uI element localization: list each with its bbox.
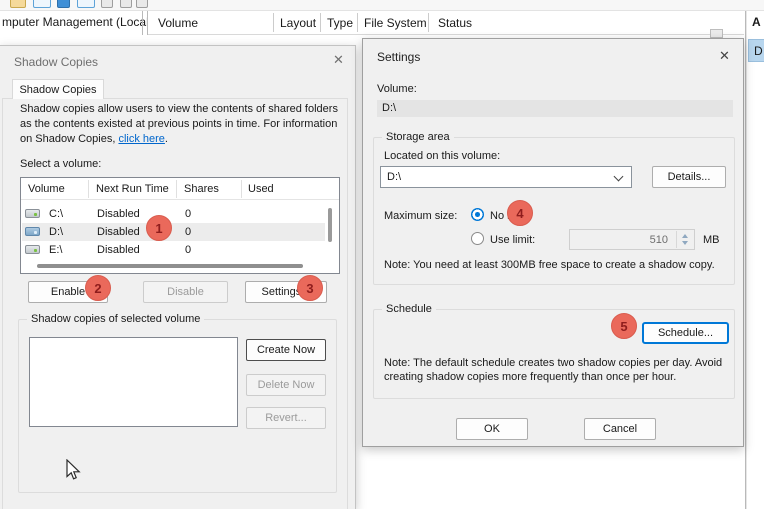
shadow-intro-text: Shadow copies allow users to view the co… [20,102,338,147]
pointer-icon[interactable] [101,0,113,8]
vl-col-shares[interactable]: Shares [184,183,219,195]
spin-up-icon[interactable] [682,234,688,238]
annotation-step-5: 5 [611,313,637,339]
volume-row-d[interactable]: D:\ Disabled 0 [22,223,325,241]
panel-separator [142,11,143,35]
vl-col-used[interactable]: Used [248,183,274,195]
use-limit-label[interactable]: Use limit: [490,234,535,246]
annotation-step-3: 3 [297,275,323,301]
vl-col-volume[interactable]: Volume [28,183,65,195]
show-action-pane-icon[interactable] [77,0,95,8]
schedule-group-label: Schedule [382,303,436,315]
cancel-button[interactable]: Cancel [584,418,656,440]
vertical-scrollbar[interactable] [328,208,332,242]
volume-list-header-row: Volume Layout Type File System Status [148,11,744,35]
actions-selected-label: D [754,44,763,58]
actions-pane-header: A [752,15,761,29]
volume-label: Volume: [377,83,417,95]
close-icon[interactable]: ✕ [333,52,344,68]
volume-list[interactable]: Volume Next Run Time Shares Used C:\ Dis… [20,177,340,274]
annotation-step-4: 4 [507,200,533,226]
revert-button[interactable]: Revert... [246,407,326,429]
chevron-down-icon [614,172,624,182]
actions-pane-divider [745,11,747,509]
located-label: Located on this volume: [384,150,500,162]
column-layout[interactable]: Layout [280,16,316,30]
spin-down-icon[interactable] [682,241,688,245]
limit-size-value: 510 [650,234,668,246]
actions-selected-row[interactable]: D [748,39,764,62]
storage-note: Note: You need at least 300MB free space… [384,258,729,272]
no-limit-radio[interactable] [471,208,484,221]
use-limit-radio[interactable] [471,232,484,245]
disable-button[interactable]: Disable [143,281,228,303]
folder-icon[interactable] [10,0,26,8]
scrollbar-top-notch [710,29,723,38]
maximum-size-label: Maximum size: [384,210,457,222]
close-icon[interactable]: ✕ [719,48,730,64]
drive-icon [25,245,40,254]
settings-dialog: Settings ✕ Volume: D:\ Storage area Loca… [362,38,744,447]
create-now-button[interactable]: Create Now [246,339,326,361]
column-status[interactable]: Status [438,16,472,30]
ok-button[interactable]: OK [456,418,528,440]
drive-icon [25,209,40,218]
console-tree-icon[interactable] [33,0,51,8]
column-filesystem[interactable]: File System [364,16,427,30]
annotation-step-1: 1 [146,215,172,241]
storage-area-group: Storage area Located on this volume: D:\… [373,137,735,285]
column-volume[interactable]: Volume [158,16,198,30]
click-here-link[interactable]: click here [118,133,164,145]
mb-unit-label: MB [703,234,720,246]
delete-now-button[interactable]: Delete Now [246,374,326,396]
mmc-toolbar [0,0,764,11]
vl-col-nextrun[interactable]: Next Run Time [96,183,169,195]
mouse-cursor [66,459,82,481]
located-volume-value: D:\ [387,171,401,183]
shadow-copies-group-label: Shadow copies of selected volume [27,313,204,325]
annotation-step-2: 2 [85,275,111,301]
schedule-note: Note: The default schedule creates two s… [384,356,729,384]
horizontal-scrollbar[interactable] [37,264,303,268]
storage-area-group-label: Storage area [382,131,454,143]
column-type[interactable]: Type [327,16,353,30]
spinner-buttons[interactable] [676,231,693,248]
located-volume-select[interactable]: D:\ [380,166,632,188]
select-volume-label: Select a volume: [20,158,101,170]
drive-icon [25,227,40,236]
volume-row-c[interactable]: C:\ Disabled 0 [22,205,325,223]
volume-value-field: D:\ [377,100,733,117]
schedule-group: Schedule Schedule... Note: The default s… [373,309,735,399]
tab-shadow-copies[interactable]: Shadow Copies [12,79,104,99]
console-tree-root[interactable]: mputer Management (Local [2,15,149,29]
refresh-icon[interactable] [136,0,148,8]
details-button[interactable]: Details... [652,166,726,188]
shadow-copies-list[interactable] [29,337,238,427]
settings-dialog-title: Settings [377,50,420,64]
add-snapin-icon[interactable] [57,0,70,8]
limit-size-spinner[interactable]: 510 [569,229,695,250]
schedule-button[interactable]: Schedule... [642,322,729,344]
screen: mputer Management (Local Volume Layout T… [0,0,764,509]
help-icon[interactable] [120,0,132,8]
shadow-dialog-title: Shadow Copies [14,55,98,69]
volume-row-e[interactable]: E:\ Disabled 0 [22,241,325,259]
volume-list-header: Volume Next Run Time Shares Used [21,178,339,200]
